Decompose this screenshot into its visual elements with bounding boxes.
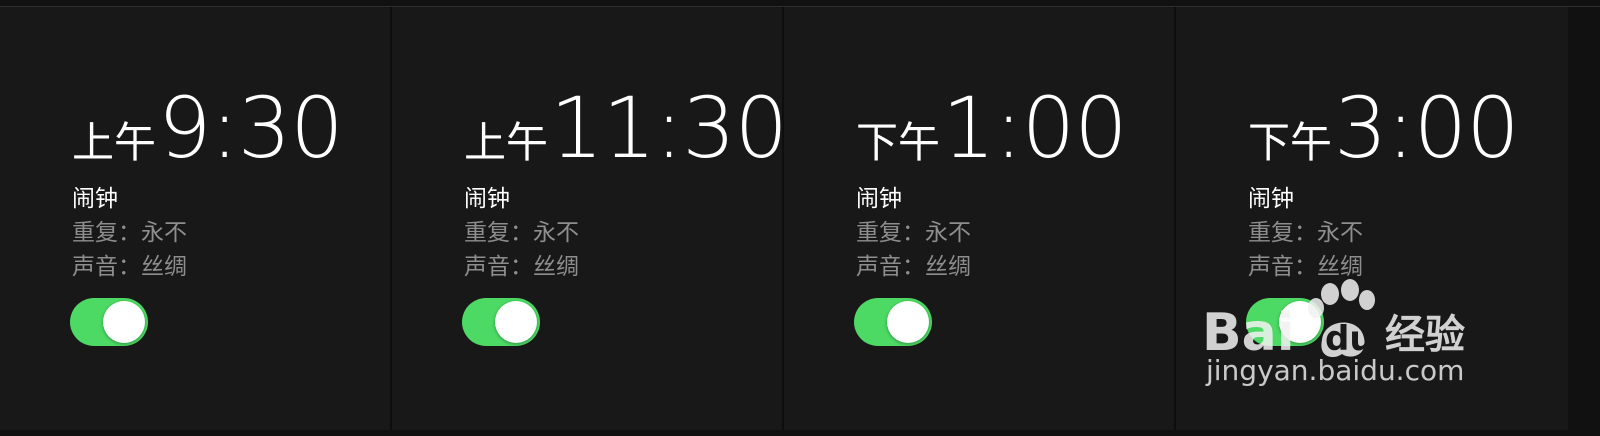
- alarm-sound: 声音：丝绸: [464, 254, 579, 280]
- alarm-toggle[interactable]: [1246, 298, 1324, 346]
- alarm-repeat: 重复：永不: [856, 220, 971, 246]
- alarm-clock: 9:30: [158, 79, 344, 177]
- alarm-toggle[interactable]: [854, 298, 932, 346]
- alarm-repeat: 重复：永不: [464, 220, 579, 246]
- alarm-sound: 声音：丝绸: [72, 254, 187, 280]
- alarm-clock: 1:00: [942, 79, 1128, 177]
- alarm-list: 上午 9:30 闹钟 重复：永不 声音：丝绸 上午 11:30 闹钟 重复：永不…: [0, 7, 1600, 436]
- alarm-card-2[interactable]: 上午 11:30 闹钟 重复：永不 声音：丝绸: [392, 7, 788, 430]
- alarm-label: 闹钟: [856, 186, 902, 212]
- alarm-time: 上午 11:30: [464, 79, 788, 177]
- alarm-label: 闹钟: [72, 186, 118, 212]
- alarm-meridiem: 下午: [856, 118, 941, 167]
- alarm-meridiem: 下午: [1248, 118, 1333, 167]
- toggle-knob: [887, 301, 929, 343]
- alarm-time: 下午 3:00: [1248, 79, 1520, 177]
- alarm-toggle[interactable]: [462, 298, 540, 346]
- alarm-label: 闹钟: [464, 186, 510, 212]
- alarm-time: 上午 9:30: [72, 79, 344, 177]
- toggle-knob: [103, 301, 145, 343]
- alarm-card-4[interactable]: 下午 3:00 闹钟 重复：永不 声音：丝绸: [1176, 7, 1568, 430]
- toggle-knob: [1279, 301, 1321, 343]
- alarm-sound: 声音：丝绸: [856, 254, 971, 280]
- alarm-card-1[interactable]: 上午 9:30 闹钟 重复：永不 声音：丝绸: [0, 7, 392, 430]
- alarm-sound: 声音：丝绸: [1248, 254, 1363, 280]
- alarm-repeat: 重复：永不: [72, 220, 187, 246]
- alarm-clock: 11:30: [550, 79, 788, 177]
- toggle-knob: [495, 301, 537, 343]
- alarm-clock: 3:00: [1334, 79, 1520, 177]
- alarm-label: 闹钟: [1248, 186, 1294, 212]
- alarm-meridiem: 上午: [72, 118, 157, 167]
- alarm-repeat: 重复：永不: [1248, 220, 1363, 246]
- alarm-card-3[interactable]: 下午 1:00 闹钟 重复：永不 声音：丝绸: [784, 7, 1176, 430]
- alarm-meridiem: 上午: [464, 118, 549, 167]
- alarm-time: 下午 1:00: [856, 79, 1128, 177]
- alarm-toggle[interactable]: [70, 298, 148, 346]
